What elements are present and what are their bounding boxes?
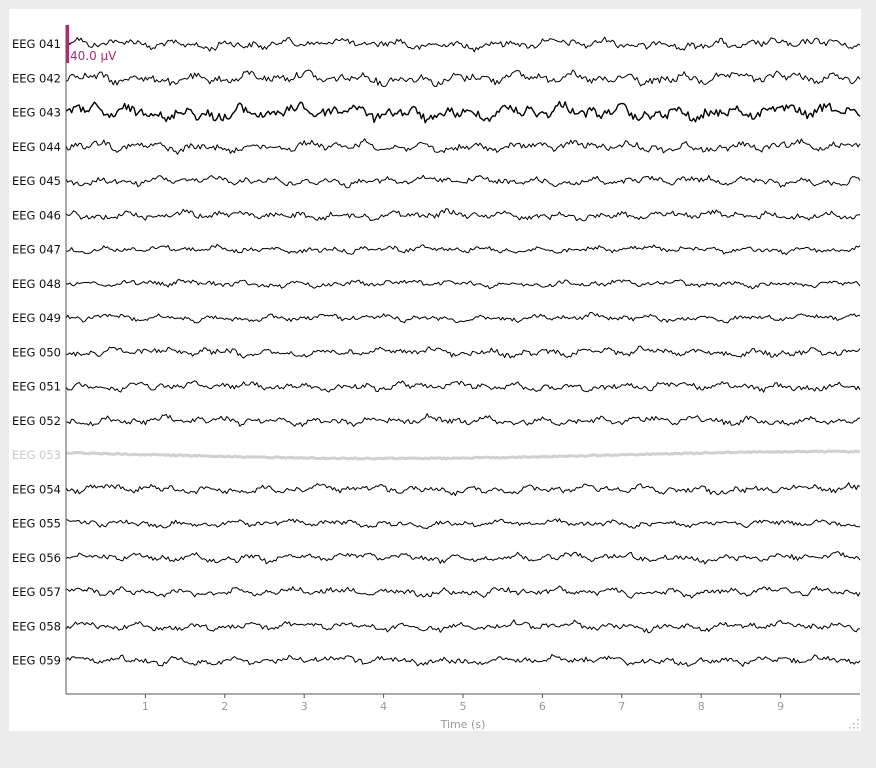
- x-tick-label: 3: [301, 700, 308, 713]
- channel-trace[interactable]: [65, 449, 861, 461]
- channel-trace[interactable]: [65, 100, 861, 124]
- x-tick-label: 7: [618, 700, 625, 713]
- channel-label[interactable]: EEG 043: [12, 106, 61, 120]
- channel-trace[interactable]: [65, 380, 861, 393]
- channel-label[interactable]: EEG 054: [12, 482, 61, 496]
- eeg-trace-plot[interactable]: EEG 041 EEG 042 EEG 043 EEG 044 EEG 045 EEG 0…: [9, 9, 861, 731]
- channel-label[interactable]: EEG 041: [12, 37, 61, 51]
- channel-label[interactable]: EEG 052: [12, 414, 61, 428]
- channel-label[interactable]: EEG 051: [12, 380, 61, 394]
- channel-trace[interactable]: [65, 208, 861, 222]
- channel-label[interactable]: EEG 056: [12, 551, 61, 565]
- channel-label[interactable]: EEG 059: [12, 654, 61, 668]
- x-tick-label: 9: [777, 700, 784, 713]
- channel-trace[interactable]: [65, 36, 861, 53]
- x-tick-label: 2: [221, 700, 228, 713]
- channel-label[interactable]: EEG 047: [12, 243, 61, 257]
- x-tick-label: 4: [380, 700, 387, 713]
- raw-viewer-window: EEG 041 EEG 042 EEG 043 EEG 044 EEG 045 EEG 0…: [9, 9, 861, 731]
- channel-trace[interactable]: [65, 345, 861, 359]
- channel-trace[interactable]: [65, 69, 861, 87]
- channel-trace[interactable]: [65, 482, 861, 497]
- channel-label[interactable]: EEG 055: [12, 517, 61, 531]
- channel-trace[interactable]: [65, 138, 861, 155]
- channel-trace[interactable]: [65, 654, 861, 667]
- channel-label[interactable]: EEG 058: [12, 619, 61, 633]
- channel-trace[interactable]: [65, 279, 861, 290]
- channel-trace[interactable]: [65, 311, 861, 324]
- x-axis-title: Time (s): [440, 718, 486, 731]
- resize-grip-icon[interactable]: [847, 717, 861, 731]
- scale-bar-label: 40.0 µV: [70, 49, 117, 63]
- channel-label[interactable]: EEG 046: [12, 208, 61, 222]
- channel-trace[interactable]: [65, 551, 861, 565]
- x-tick-label: 5: [460, 700, 467, 713]
- channel-label[interactable]: EEG 048: [12, 277, 61, 291]
- channel-trace[interactable]: [65, 174, 861, 189]
- x-tick-label: 1: [142, 700, 149, 713]
- channel-label[interactable]: EEG 057: [12, 585, 61, 599]
- channel-trace[interactable]: [65, 413, 861, 427]
- channel-label[interactable]: EEG 042: [12, 71, 61, 85]
- x-tick-label: 8: [698, 700, 705, 713]
- channel-trace[interactable]: [65, 619, 861, 634]
- channel-label[interactable]: EEG 049: [12, 311, 61, 325]
- x-tick-label: 6: [539, 700, 546, 713]
- channel-label[interactable]: EEG 044: [12, 140, 61, 154]
- channel-trace[interactable]: [65, 585, 861, 599]
- channel-trace[interactable]: [65, 243, 861, 256]
- channel-label[interactable]: EEG 050: [12, 345, 61, 359]
- channel-trace[interactable]: [65, 518, 861, 530]
- channel-label[interactable]: EEG 045: [12, 174, 61, 188]
- channel-label[interactable]: EEG 053: [12, 448, 61, 462]
